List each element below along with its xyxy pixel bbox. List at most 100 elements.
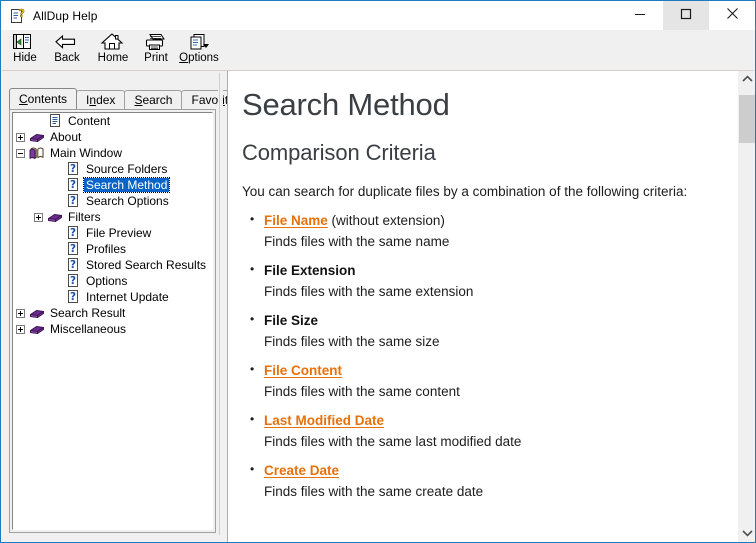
criteria-item: File Extension Finds files with the same … xyxy=(250,262,738,299)
criteria-item: File Size Finds files with the same size xyxy=(250,312,738,349)
tab-search[interactable]: Search xyxy=(124,90,183,109)
pane-splitter[interactable] xyxy=(218,73,223,535)
criteria-link[interactable]: File Name xyxy=(264,213,328,228)
tree-item[interactable]: ? Internet Update xyxy=(13,289,212,305)
back-button-label: Back xyxy=(54,52,80,64)
scrollbar-thumb[interactable] xyxy=(739,95,755,143)
options-icon xyxy=(186,32,212,52)
back-button[interactable]: Back xyxy=(48,31,86,69)
contents-tree[interactable]: Content About Main Window? Source Folders? S… xyxy=(12,112,213,530)
options-button[interactable]: Options xyxy=(174,31,224,69)
hide-button-label: Hide xyxy=(13,52,37,64)
svg-text:?: ? xyxy=(70,195,76,207)
criteria-description: Finds files with the same create date xyxy=(264,484,484,499)
svg-text:?: ? xyxy=(70,227,76,239)
criteria-heading: File Name (without extension) xyxy=(250,212,738,228)
tree-item-label: Search Method xyxy=(82,177,171,193)
criteria-description: Finds files with the same size xyxy=(264,334,440,349)
tree-item-label: Content xyxy=(68,114,111,128)
help-window: ? AllDup Help Hide Back Home Print Optio… xyxy=(0,0,756,543)
content-scrollbar[interactable] xyxy=(738,71,755,542)
svg-text:?: ? xyxy=(19,8,25,20)
help-document-icon: ? xyxy=(10,6,26,24)
minimize-button[interactable] xyxy=(617,1,663,30)
tree-expand-icon[interactable] xyxy=(16,308,25,318)
hide-pane-icon xyxy=(12,32,38,52)
tree-item[interactable]: ? Profiles xyxy=(13,241,212,257)
tree-item[interactable]: ? Options xyxy=(13,273,212,289)
book-closed-icon xyxy=(29,321,45,337)
criteria-link[interactable]: Create Date xyxy=(264,463,339,478)
tree-item-label: Stored Search Results xyxy=(86,258,207,272)
chevron-up-icon xyxy=(742,74,753,85)
svg-text:?: ? xyxy=(70,163,76,175)
back-arrow-icon xyxy=(54,32,80,52)
close-button[interactable] xyxy=(709,1,755,30)
tree-item-label: Miscellaneous xyxy=(50,322,127,336)
maximize-button[interactable] xyxy=(663,1,709,30)
tree-item[interactable]: Main Window xyxy=(13,145,212,161)
home-button[interactable]: Home xyxy=(92,31,134,69)
section-heading: Comparison Criteria xyxy=(242,140,436,165)
printer-icon xyxy=(143,32,169,52)
topic-icon: ? xyxy=(65,257,81,273)
criteria-description: Finds files with the same name xyxy=(264,234,450,249)
tree-item-label: Search Result xyxy=(50,306,126,320)
topic-icon: ? xyxy=(65,225,81,241)
tree-item[interactable]: ? Stored Search Results xyxy=(13,257,212,273)
tree-item[interactable]: Filters xyxy=(13,209,212,225)
book-closed-icon xyxy=(29,129,45,145)
contents-pane: Content About Main Window? Source Folders? S… xyxy=(9,109,216,533)
criteria-list: File Name (without extension) Finds files… xyxy=(242,212,738,499)
tab-index[interactable]: Index xyxy=(76,90,126,109)
tree-item[interactable]: Content xyxy=(13,113,212,129)
chevron-down-icon xyxy=(742,529,753,539)
svg-text:?: ? xyxy=(70,243,76,255)
tree-expand-icon[interactable] xyxy=(16,324,25,334)
tree-item[interactable]: ? Search Options xyxy=(13,193,212,209)
tree-item[interactable]: Miscellaneous xyxy=(13,321,212,337)
svg-text:?: ? xyxy=(70,179,76,191)
tree-item-label: Search Options xyxy=(86,194,169,208)
topic-icon: ? xyxy=(65,289,81,305)
scroll-up-button[interactable] xyxy=(739,71,755,88)
tree-item[interactable]: Search Result xyxy=(13,305,212,321)
intro-paragraph: You can search for duplicate files by a … xyxy=(242,184,688,199)
tree-expand-icon[interactable] xyxy=(34,212,43,222)
tree-item[interactable]: ? Source Folders xyxy=(13,161,212,177)
topic-icon: ? xyxy=(65,273,81,289)
criteria-heading: Create Date xyxy=(250,462,738,478)
criteria-suffix: (without extension) xyxy=(327,213,445,228)
tab-contents[interactable]: Contents xyxy=(9,88,78,109)
book-closed-icon xyxy=(29,305,45,321)
print-button[interactable]: Print xyxy=(138,31,174,69)
window-title: AllDup Help xyxy=(33,8,98,23)
svg-text:?: ? xyxy=(70,275,76,287)
tree-collapse-icon[interactable] xyxy=(16,148,25,158)
scroll-down-button[interactable] xyxy=(739,525,755,542)
tree-item[interactable]: ? Search Method xyxy=(13,177,212,193)
tree-item[interactable]: About xyxy=(13,129,212,145)
options-button-label: Options xyxy=(179,52,219,64)
tree-expand-icon[interactable] xyxy=(16,132,25,142)
toolbar: Hide Back Home Print Options xyxy=(2,30,754,71)
caption-buttons xyxy=(617,1,755,30)
close-icon xyxy=(726,7,739,25)
svg-text:?: ? xyxy=(70,259,76,271)
tree-item-label: Source Folders xyxy=(86,162,168,176)
criteria-link[interactable]: Last Modified Date xyxy=(264,413,384,428)
page-icon xyxy=(47,113,63,129)
topic-icon: ? xyxy=(65,161,81,177)
home-icon xyxy=(100,32,126,52)
print-button-label: Print xyxy=(144,52,168,64)
page-title: Search Method xyxy=(242,87,450,122)
criteria-link[interactable]: File Content xyxy=(264,363,342,378)
hide-button[interactable]: Hide xyxy=(8,31,42,69)
criteria-item: Last Modified Date Finds files with the s… xyxy=(250,412,738,449)
topic-icon: ? xyxy=(65,193,81,209)
criteria-description: Finds files with the same last modified … xyxy=(264,434,522,449)
criteria-description: Finds files with the same extension xyxy=(264,284,474,299)
topic-icon: ? xyxy=(65,241,81,257)
navigation-tabs: Contents Index Search Favorites xyxy=(9,88,251,109)
tree-item[interactable]: ? File Preview xyxy=(13,225,212,241)
